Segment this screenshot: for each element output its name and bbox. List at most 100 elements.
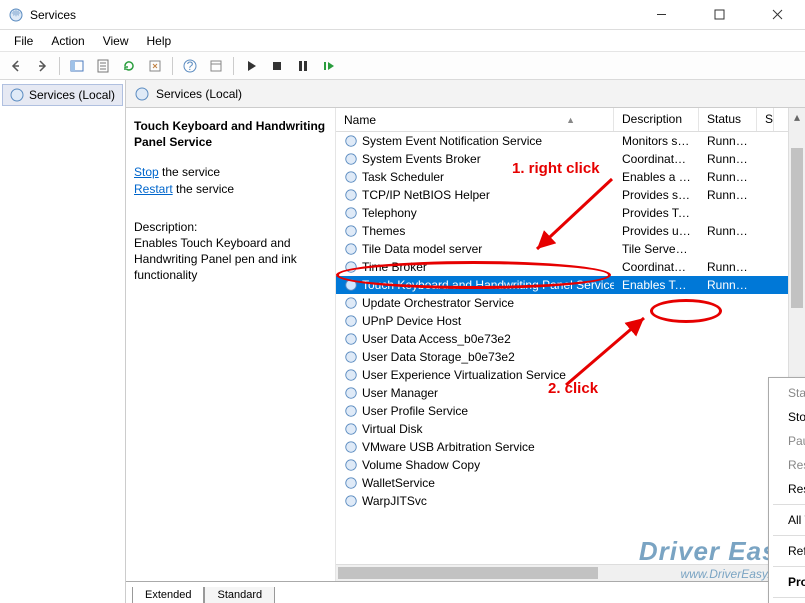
ctx-properties[interactable]: Properties [772, 570, 805, 594]
service-row[interactable]: Task SchedulerEnables a us…Running [336, 168, 805, 186]
col-name[interactable]: Name▲ [336, 108, 614, 131]
scroll-up-icon[interactable]: ▴ [789, 108, 805, 125]
ctx-restart[interactable]: Restart [772, 477, 805, 501]
service-row[interactable]: ThemesProvides us…Running [336, 222, 805, 240]
start-service-button[interactable] [239, 54, 263, 78]
col-description[interactable]: Description [614, 108, 699, 131]
service-row[interactable]: TCP/IP NetBIOS HelperProvides su…Running [336, 186, 805, 204]
service-status-cell: Running [699, 278, 757, 292]
service-icon [344, 206, 358, 220]
service-name-text: User Manager [362, 386, 438, 400]
ctx-refresh[interactable]: Refresh [772, 539, 805, 563]
service-row[interactable]: User Experience Virtualization Service [336, 366, 805, 384]
context-menu: Start Stop Pause Resume Restart All Task… [768, 377, 805, 603]
service-name-text: Touch Keyboard and Handwriting Panel Ser… [362, 278, 614, 292]
service-row[interactable]: User Manager [336, 384, 805, 402]
service-icon [344, 368, 358, 382]
col-status[interactable]: Status [699, 108, 757, 131]
selected-service-title: Touch Keyboard and Handwriting Panel Ser… [134, 119, 325, 149]
console-tree[interactable]: Services (Local) [0, 80, 126, 603]
close-button[interactable] [757, 1, 797, 29]
ctx-stop[interactable]: Stop [772, 405, 805, 429]
service-name-cell: Time Broker [336, 260, 614, 274]
service-desc-cell: Enables a us… [614, 170, 699, 184]
service-name-text: Telephony [362, 206, 417, 220]
ctx-start: Start [772, 381, 805, 405]
col-startup[interactable]: S [757, 108, 774, 131]
horizontal-scrollbar[interactable]: ◂ ▸ [336, 564, 788, 581]
show-hide-tree-button[interactable] [65, 54, 89, 78]
service-row[interactable]: Volume Shadow Copy [336, 456, 805, 474]
service-row[interactable]: WarpJITSvc [336, 492, 805, 510]
service-name-cell: System Event Notification Service [336, 134, 614, 148]
service-row[interactable]: WalletService [336, 474, 805, 492]
service-name-cell: Update Orchestrator Service [336, 296, 614, 310]
service-name-cell: Touch Keyboard and Handwriting Panel Ser… [336, 278, 614, 292]
service-desc-cell: Provides Tel… [614, 206, 699, 220]
forward-button[interactable] [30, 54, 54, 78]
menu-help[interactable]: Help [139, 32, 180, 50]
service-name-text: Themes [362, 224, 405, 238]
service-row[interactable]: User Profile Service [336, 402, 805, 420]
menu-view[interactable]: View [95, 32, 137, 50]
help-button[interactable]: ? [178, 54, 202, 78]
export-button[interactable] [143, 54, 167, 78]
ctx-all-tasks[interactable]: All Tasks▸ [772, 508, 805, 532]
description-label: Description: [134, 219, 327, 235]
service-desc-cell: Tile Server f… [614, 242, 699, 256]
service-icon [344, 134, 358, 148]
service-row[interactable]: Update Orchestrator Service [336, 294, 805, 312]
service-name-cell: Virtual Disk [336, 422, 614, 436]
menu-file[interactable]: File [6, 32, 41, 50]
service-row[interactable]: System Events Broker Coordinates…Running [336, 150, 805, 168]
menu-action[interactable]: Action [43, 32, 92, 50]
stop-service-button[interactable] [265, 54, 289, 78]
export-list-button[interactable] [91, 54, 115, 78]
scroll-thumb[interactable] [338, 567, 598, 579]
service-row[interactable]: UPnP Device Host [336, 312, 805, 330]
service-row[interactable]: Telephony Provides Tel… [336, 204, 805, 222]
window-title: Services [30, 8, 641, 22]
view-tabs: Extended Standard [126, 581, 805, 603]
service-row[interactable]: System Event Notification ServiceMonitor… [336, 132, 805, 150]
service-name-text: User Experience Virtualization Service [362, 368, 566, 382]
services-icon [134, 86, 150, 102]
service-icon [344, 188, 358, 202]
service-status-cell: Running [699, 188, 757, 202]
service-row[interactable]: Tile Data model serverTile Server f… [336, 240, 805, 258]
service-row[interactable]: Virtual Disk [336, 420, 805, 438]
service-status-cell: Running [699, 224, 757, 238]
tab-extended[interactable]: Extended [132, 587, 204, 603]
service-status-cell: Running [699, 170, 757, 184]
service-row[interactable]: Touch Keyboard and Handwriting Panel Ser… [336, 276, 805, 294]
service-status-cell: Running [699, 134, 757, 148]
restart-service-button[interactable] [317, 54, 341, 78]
back-button[interactable] [4, 54, 28, 78]
service-status-cell: Running [699, 152, 757, 166]
tree-node-label: Services (Local) [29, 88, 115, 102]
service-row[interactable]: VMware USB Arbitration Service [336, 438, 805, 456]
service-row[interactable]: User Data Storage_b0e73e2 [336, 348, 805, 366]
service-name-cell: User Profile Service [336, 404, 614, 418]
service-row[interactable]: Time BrokerCoordinates…Running [336, 258, 805, 276]
stop-link[interactable]: Stop [134, 165, 159, 179]
service-desc-cell: Coordinates… [614, 152, 699, 166]
service-name-cell: User Manager [336, 386, 614, 400]
service-name-text: User Data Storage_b0e73e2 [362, 350, 515, 364]
properties-button[interactable] [204, 54, 228, 78]
service-row[interactable]: User Data Access_b0e73e2 [336, 330, 805, 348]
pause-service-button[interactable] [291, 54, 315, 78]
tab-standard[interactable]: Standard [204, 587, 275, 603]
service-name-text: UPnP Device Host [362, 314, 461, 328]
service-name-text: System Events Broker [362, 152, 481, 166]
tree-node-services-local[interactable]: Services (Local) [2, 84, 123, 106]
service-desc-cell: Enables Tou… [614, 278, 699, 292]
service-name-cell: VMware USB Arbitration Service [336, 440, 614, 454]
maximize-button[interactable] [699, 1, 739, 29]
menu-bar: File Action View Help [0, 30, 805, 52]
minimize-button[interactable] [641, 1, 681, 29]
restart-link[interactable]: Restart [134, 182, 173, 196]
scroll-thumb[interactable] [791, 148, 803, 308]
service-name-text: Time Broker [362, 260, 427, 274]
refresh-button[interactable] [117, 54, 141, 78]
